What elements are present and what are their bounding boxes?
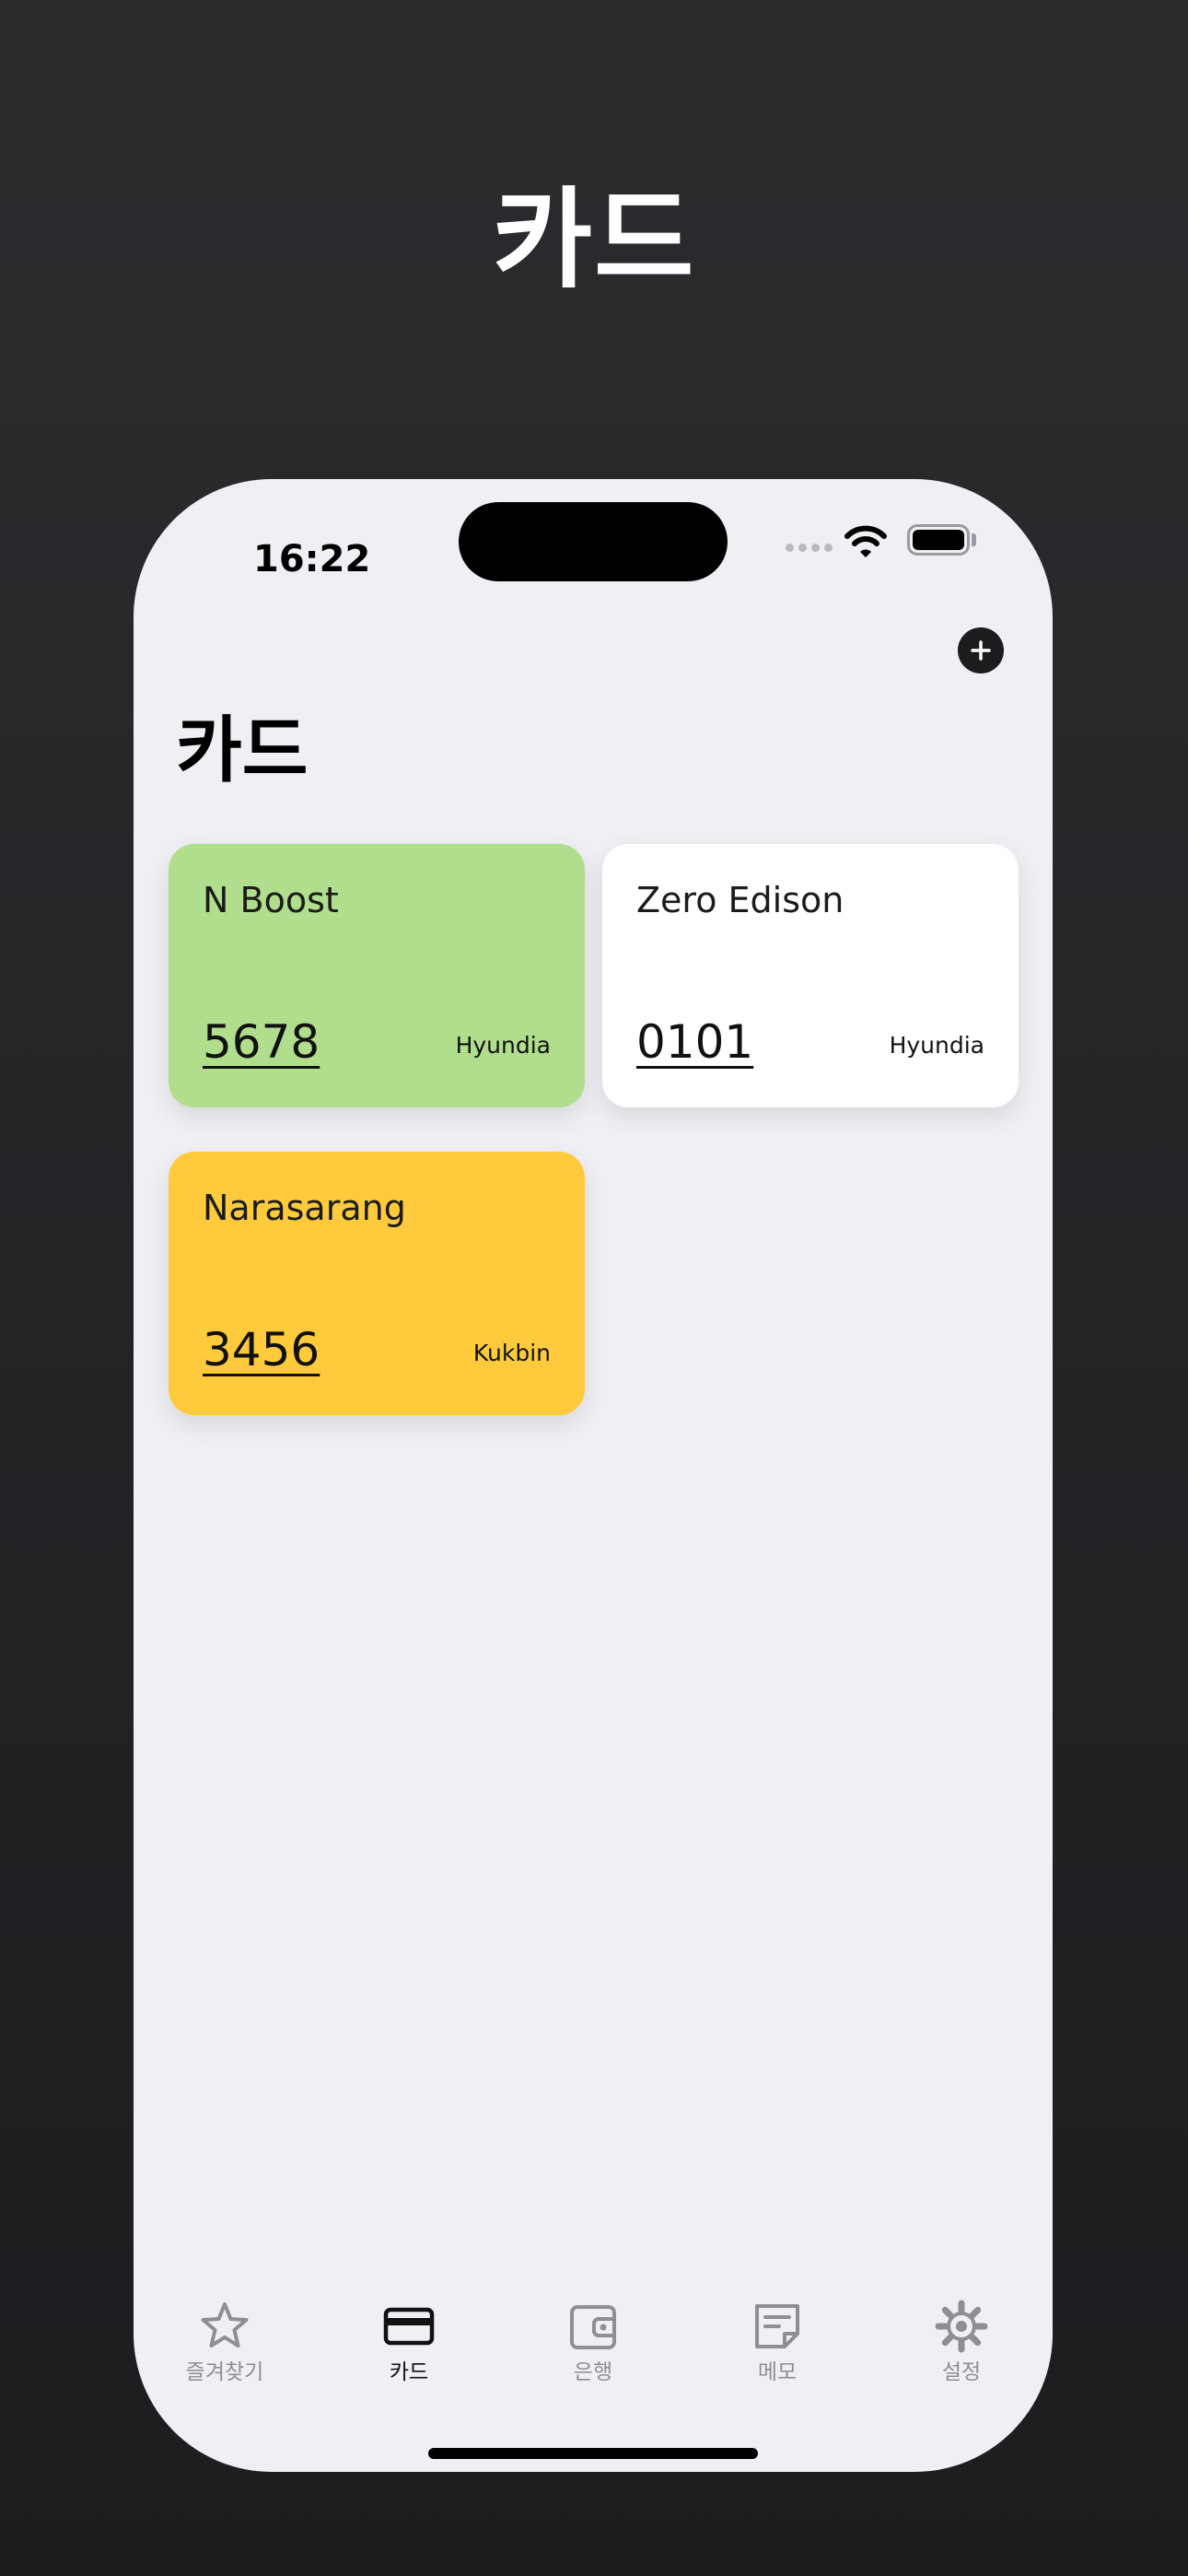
plus-icon (971, 640, 991, 661)
card-number: 0101 (636, 1015, 754, 1069)
page-title: 카드 (176, 709, 309, 792)
hero-title: 카드 (492, 176, 696, 303)
tab-favorites[interactable]: 즐겨찾기 (160, 2299, 289, 2400)
dynamic-island (459, 502, 728, 581)
tab-label: 메모 (757, 2360, 798, 2384)
add-card-button[interactable] (958, 627, 1004, 673)
memo-icon (755, 2304, 799, 2348)
card-name: N Boost (203, 880, 339, 920)
star-icon (201, 2302, 249, 2348)
gear-icon (935, 2300, 988, 2353)
status-time: 16:22 (253, 538, 371, 580)
card-number: 3456 (203, 1323, 320, 1376)
card-item[interactable]: N Boost 5678 Hyundia (169, 844, 585, 1107)
cellular-signal-icon (786, 544, 833, 552)
battery-icon (907, 524, 970, 556)
card-item[interactable]: Zero Edison 0101 Hyundia (602, 844, 1019, 1107)
card-bank: Hyundia (889, 1032, 984, 1059)
tab-bar: 즐겨찾기 카드 은행 메모 설정 (134, 2299, 1053, 2400)
tab-label: 카드 (389, 2360, 429, 2384)
home-indicator (428, 2448, 758, 2459)
card-name: Narasarang (203, 1188, 406, 1228)
card-name: Zero Edison (636, 880, 844, 920)
credit-card-icon (383, 2307, 435, 2346)
tab-bank[interactable]: 은행 (529, 2299, 658, 2400)
tab-label: 은행 (573, 2360, 613, 2384)
tab-memo[interactable]: 메모 (713, 2299, 842, 2400)
wifi-icon (844, 525, 887, 557)
tab-label: 설정 (941, 2360, 982, 2384)
card-bank: Kukbin (472, 1340, 551, 1366)
tab-cards[interactable]: 카드 (344, 2299, 473, 2400)
card-number: 5678 (203, 1015, 320, 1069)
battery-cap (972, 533, 976, 546)
card-item[interactable]: Narasarang 3456 Kukbin (169, 1152, 585, 1415)
tab-settings[interactable]: 설정 (897, 2299, 1026, 2400)
card-bank: Hyundia (455, 1032, 551, 1059)
wallet-icon (570, 2305, 616, 2349)
tab-label: 즐겨찾기 (185, 2360, 264, 2384)
phone-screen: 16:22 카드 N Boost 5678 Hyundia Zero Ediso… (134, 479, 1053, 2472)
